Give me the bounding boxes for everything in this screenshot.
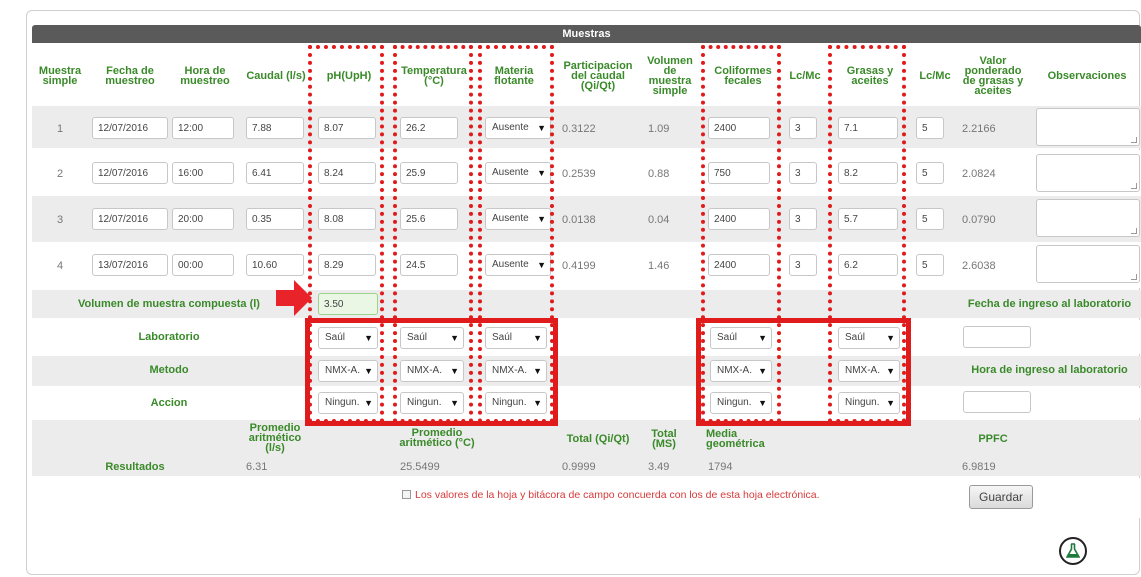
col-lcmc-1: Lc/Mc: [789, 70, 821, 82]
total-ms-value: 3.49: [648, 461, 670, 473]
save-button[interactable]: Guardar: [969, 485, 1033, 509]
ppfc-label: PPFC: [978, 433, 1008, 445]
total-ms-label: Total (MS): [651, 428, 677, 450]
row2-participacion: 0.2539: [562, 168, 596, 180]
row2-lcmc1-input[interactable]: [789, 162, 817, 184]
confirm-checkbox[interactable]: [402, 490, 411, 499]
resultados-label: Resultados: [105, 461, 165, 473]
row3-caudal-input[interactable]: [246, 208, 304, 230]
row1-lcmc2-input[interactable]: [916, 117, 944, 139]
promedio-temp-label: Promedio aritmético (°C): [399, 427, 475, 449]
row1-volumen: 1.09: [648, 123, 670, 135]
fecha-ingreso-input[interactable]: [963, 326, 1031, 348]
confirm-notice-text: Los valores de la hoja y bitácora de cam…: [415, 489, 820, 501]
row3-observaciones-textarea[interactable]: [1036, 199, 1140, 237]
row4-volumen: 1.46: [648, 260, 670, 272]
col-hora: Hora de muestreo: [180, 65, 230, 87]
hora-ingreso-input[interactable]: [963, 391, 1031, 413]
accion-label: Accion: [150, 397, 188, 409]
section-header: Muestras: [32, 25, 1141, 43]
row2-fecha-input[interactable]: [92, 162, 168, 184]
row4-participacion: 0.4199: [562, 260, 596, 272]
confirm-notice[interactable]: Los valores de la hoja y bitácora de cam…: [402, 489, 820, 501]
row3-hora-input[interactable]: [172, 208, 234, 230]
row3-valor: 0.0790: [962, 214, 996, 226]
highlight-box-right: [696, 318, 911, 426]
row2-volumen: 0.88: [648, 168, 670, 180]
row4-fecha-input[interactable]: [92, 254, 168, 276]
laboratorio-label: Laboratorio: [138, 331, 200, 343]
row1-participacion: 0.3122: [562, 123, 596, 135]
media-geometrica-value: 1794: [708, 461, 733, 473]
row3-lcmc2-input[interactable]: [916, 208, 944, 230]
row4-hora-input[interactable]: [172, 254, 234, 276]
metodo-label: Metodo: [149, 364, 189, 376]
compuesta-label: Volumen de muestra compuesta (l): [78, 298, 260, 310]
row1-caudal-input[interactable]: [246, 117, 304, 139]
col-lcmc-2: Lc/Mc: [919, 70, 951, 82]
row1-number: 1: [57, 123, 64, 135]
col-caudal: Caudal (l/s): [246, 70, 306, 82]
col-fecha: Fecha de muestreo: [105, 65, 155, 87]
highlight-box-left: [305, 318, 558, 426]
media-geometrica-label: Media geométrica: [706, 428, 765, 450]
fecha-ingreso-label: Fecha de ingreso al laboratorio: [967, 298, 1132, 310]
row4-observaciones-textarea[interactable]: [1036, 245, 1140, 283]
total-q-label: Total (Qi/Qt): [566, 433, 630, 445]
col-participacion: Participacion del caudal (Qi/Qt): [563, 60, 633, 92]
row1-valor: 2.2166: [962, 123, 996, 135]
row4-caudal-input[interactable]: [246, 254, 304, 276]
hora-ingreso-label: Hora de ingreso al laboratorio: [971, 364, 1128, 376]
flask-icon[interactable]: [1059, 537, 1087, 565]
col-observaciones: Observaciones: [1047, 70, 1127, 82]
row1-lcmc1-input[interactable]: [789, 117, 817, 139]
row1-hora-input[interactable]: [172, 117, 234, 139]
row3-participacion: 0.0138: [562, 214, 596, 226]
row1-fecha-input[interactable]: [92, 117, 168, 139]
promedio-caudal-label: Promedio aritmético (l/s): [248, 422, 302, 454]
col-volumen: Volumen de muestra simple: [647, 55, 693, 97]
row4-lcmc1-input[interactable]: [789, 254, 817, 276]
total-q-value: 0.9999: [562, 461, 596, 473]
col-muestra: Muestra simple: [38, 65, 82, 87]
row2-observaciones-textarea[interactable]: [1036, 154, 1140, 192]
row4-lcmc2-input[interactable]: [916, 254, 944, 276]
row4-valor: 2.6038: [962, 260, 996, 272]
promedio-caudal-value: 6.31: [246, 461, 268, 473]
row3-lcmc1-input[interactable]: [789, 208, 817, 230]
row2-hora-input[interactable]: [172, 162, 234, 184]
row2-number: 2: [57, 168, 64, 180]
row4-number: 4: [57, 260, 64, 272]
row2-caudal-input[interactable]: [246, 162, 304, 184]
row3-volumen: 0.04: [648, 214, 670, 226]
row3-fecha-input[interactable]: [92, 208, 168, 230]
promedio-temp-value: 25.5499: [400, 461, 440, 473]
row2-valor: 2.0824: [962, 168, 996, 180]
ppfc-value: 6.9819: [962, 461, 996, 473]
row2-lcmc2-input[interactable]: [916, 162, 944, 184]
row1-observaciones-textarea[interactable]: [1036, 108, 1140, 146]
col-valor: Valor ponderado de grasas y aceites: [962, 55, 1024, 97]
row3-number: 3: [57, 214, 64, 226]
